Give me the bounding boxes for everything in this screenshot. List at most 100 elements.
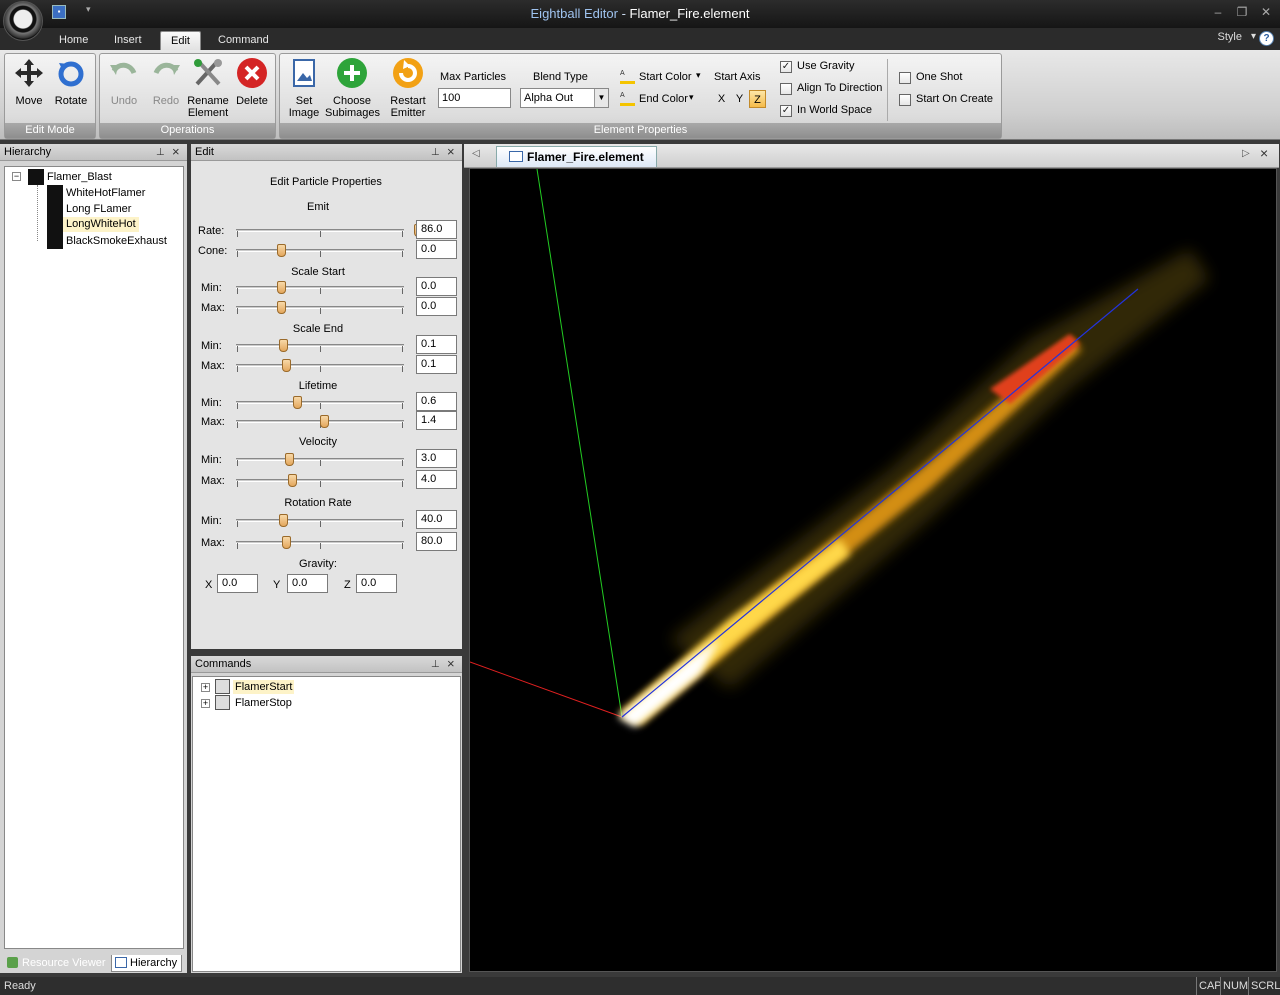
delete-icon (236, 57, 268, 89)
rotation-min-slider[interactable] (236, 511, 404, 529)
gravity-z-field[interactable]: 0.0 (356, 574, 397, 593)
document-tab[interactable]: Flamer_Fire.element (496, 146, 657, 167)
cone-slider[interactable] (236, 241, 404, 259)
tree-item[interactable]: Long FLamer (66, 202, 131, 216)
axis-z-button[interactable]: Z (749, 90, 766, 108)
tab-command[interactable]: Command (208, 31, 279, 50)
use-gravity-checkbox[interactable]: ✓ (780, 61, 792, 73)
tree-item-selected[interactable]: LongWhiteHot (63, 217, 139, 232)
close-icon[interactable]: × (172, 143, 180, 160)
redo-button[interactable]: Redo (146, 57, 186, 107)
choose-subimages-button[interactable]: Choose Subimages (325, 57, 380, 119)
scale-start-max-value[interactable]: 0.0 (416, 297, 457, 316)
lifetime-min-value[interactable]: 0.6 (416, 392, 457, 411)
tab-resource-viewer[interactable]: Resource Viewer (4, 955, 110, 972)
slider-thumb[interactable] (282, 536, 291, 549)
set-image-button[interactable]: Set Image (282, 57, 326, 119)
end-color-button[interactable]: A End Color ▾ (620, 91, 705, 109)
blend-type-select[interactable]: Alpha Out ▼ (520, 88, 609, 108)
velocity-min-slider[interactable] (236, 450, 404, 468)
qat-customize-caret[interactable]: ▾ (86, 4, 91, 15)
save-icon[interactable]: ▪ (52, 5, 66, 19)
tab-hierarchy[interactable]: Hierarchy (111, 955, 183, 972)
slider-tick (402, 403, 403, 409)
tree-item[interactable]: BlackSmokeExhaust (66, 234, 167, 248)
align-to-direction-checkbox[interactable] (780, 83, 792, 95)
scroll-right-icon[interactable]: ▷ (1242, 148, 1250, 159)
tab-insert[interactable]: Insert (104, 31, 152, 50)
move-button[interactable]: Move (9, 57, 49, 107)
rotation-max-value[interactable]: 80.0 (416, 532, 457, 551)
close-button[interactable]: ✕ (1256, 5, 1276, 19)
command-item[interactable]: FlamerStop (235, 696, 292, 710)
pin-icon[interactable]: ⊥ (431, 144, 440, 161)
style-menu[interactable]: Style (1218, 31, 1242, 43)
velocity-max-value[interactable]: 4.0 (416, 470, 457, 489)
scale-end-min-slider[interactable] (236, 336, 404, 354)
lifetime-min-slider[interactable] (236, 393, 404, 411)
chevron-down-icon[interactable]: ▼ (594, 89, 608, 107)
close-icon[interactable]: × (447, 143, 455, 160)
slider-thumb[interactable] (282, 359, 291, 372)
3d-viewport[interactable] (469, 168, 1277, 972)
pin-icon[interactable]: ⊥ (156, 144, 165, 161)
start-on-create-checkbox[interactable] (899, 94, 911, 106)
lifetime-max-slider[interactable] (236, 412, 404, 430)
scale-start-min-value[interactable]: 0.0 (416, 277, 457, 296)
close-icon[interactable]: × (1260, 145, 1268, 161)
scale-start-min-slider[interactable] (236, 278, 404, 296)
slider-thumb[interactable] (279, 339, 288, 352)
commands-title: Commands (195, 658, 252, 670)
slider-thumb[interactable] (288, 474, 297, 487)
slider-thumb[interactable] (320, 415, 329, 428)
restart-emitter-button[interactable]: Restart Emitter (386, 57, 430, 119)
application-menu-orb[interactable] (3, 1, 43, 41)
tab-home[interactable]: Home (49, 31, 98, 50)
axis-y-button[interactable]: Y (731, 90, 748, 108)
pin-icon[interactable]: ⊥ (431, 656, 440, 673)
rate-slider[interactable] (236, 221, 423, 239)
axis-x-button[interactable]: X (713, 90, 730, 108)
gravity-x-field[interactable]: 0.0 (217, 574, 258, 593)
slider-thumb[interactable] (277, 281, 286, 294)
rate-value[interactable]: 86.0 (416, 220, 457, 239)
in-world-space-checkbox[interactable]: ✓ (780, 105, 792, 117)
slider-thumb[interactable] (285, 453, 294, 466)
expand-icon[interactable]: + (201, 699, 210, 708)
undo-button[interactable]: Undo (104, 57, 144, 107)
tree-item[interactable]: WhiteHotFlamer (66, 186, 145, 200)
rotation-max-slider[interactable] (236, 533, 404, 551)
scroll-left-icon[interactable]: ◁ (472, 148, 480, 159)
start-color-button[interactable]: A Start Color ▾ (620, 69, 705, 87)
one-shot-checkbox[interactable] (899, 72, 911, 84)
close-icon[interactable]: × (447, 655, 455, 672)
delete-button[interactable]: Delete (232, 57, 272, 107)
restore-button[interactable]: ❐ (1232, 5, 1252, 19)
max-particles-field[interactable]: 100 (438, 88, 511, 108)
help-icon[interactable]: ? (1259, 31, 1274, 46)
cone-value[interactable]: 0.0 (416, 240, 457, 259)
lifetime-max-value[interactable]: 1.4 (416, 411, 457, 430)
slider-tick (402, 460, 403, 466)
collapse-icon[interactable]: − (12, 172, 21, 181)
chevron-down-icon[interactable]: ▾ (1251, 31, 1256, 42)
velocity-min-value[interactable]: 3.0 (416, 449, 457, 468)
scale-end-min-value[interactable]: 0.1 (416, 335, 457, 354)
rename-element-button[interactable]: Rename Element (186, 57, 230, 119)
scale-start-max-slider[interactable] (236, 298, 404, 316)
command-item[interactable]: FlamerStart (233, 680, 295, 694)
scale-end-max-slider[interactable] (236, 356, 404, 374)
scale-end-max-value[interactable]: 0.1 (416, 355, 457, 374)
expand-icon[interactable]: + (201, 683, 210, 692)
tree-item-root[interactable]: Flamer_Blast (47, 170, 112, 184)
slider-thumb[interactable] (277, 244, 286, 257)
rotation-min-value[interactable]: 40.0 (416, 510, 457, 529)
tab-edit[interactable]: Edit (160, 31, 201, 50)
minimize-button[interactable]: – (1208, 5, 1228, 19)
slider-thumb[interactable] (293, 396, 302, 409)
slider-thumb[interactable] (279, 514, 288, 527)
rotate-button[interactable]: Rotate (51, 57, 91, 107)
gravity-y-field[interactable]: 0.0 (287, 574, 328, 593)
velocity-max-slider[interactable] (236, 471, 404, 489)
slider-thumb[interactable] (277, 301, 286, 314)
